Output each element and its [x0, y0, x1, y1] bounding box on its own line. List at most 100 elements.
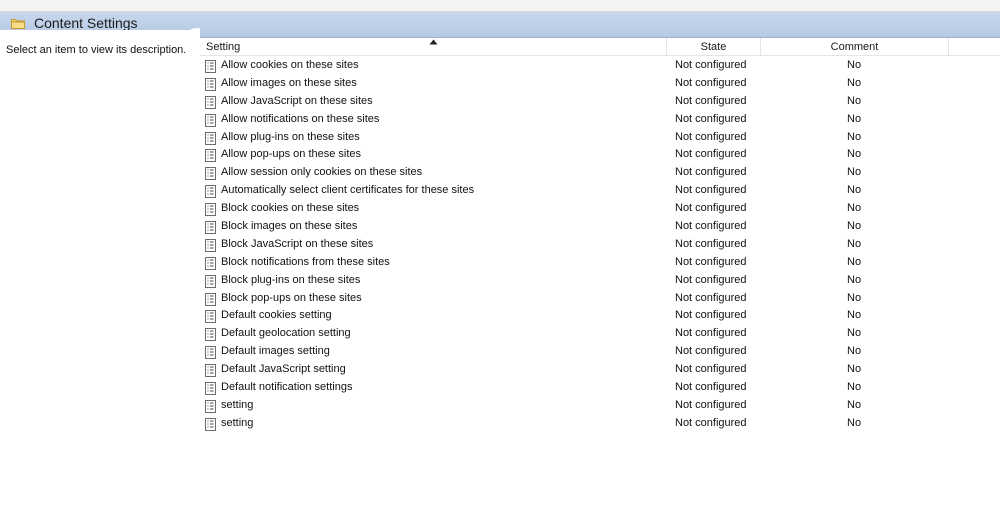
column-header-filler	[949, 38, 1000, 56]
setting-state: Not configured	[675, 59, 747, 71]
setting-name: Block notifications from these sites	[221, 255, 390, 268]
setting-comment: No	[847, 381, 862, 394]
table-row[interactable]: Block notifications from these sites Not …	[200, 254, 1000, 272]
setting-name: Allow images on these sites	[221, 76, 357, 89]
setting-name: Block pop-ups on these sites	[221, 291, 362, 304]
table-row[interactable]: Default geolocation setting Not configure…	[200, 325, 1000, 343]
policy-setting-icon	[205, 185, 216, 199]
folder-icon	[11, 19, 25, 29]
table-row[interactable]: setting Not configured No	[200, 415, 1000, 433]
table-row[interactable]: Automatically select client certificates…	[200, 182, 1000, 200]
policy-setting-icon	[205, 292, 216, 306]
setting-name: setting	[221, 416, 254, 429]
setting-comment: No	[847, 94, 862, 107]
setting-state: Not configured	[675, 327, 747, 340]
policy-setting-icon	[205, 399, 216, 413]
setting-comment: No	[847, 291, 862, 304]
setting-name: Allow notifications on these sites	[221, 112, 380, 125]
column-header-setting[interactable]: Setting	[200, 38, 667, 56]
setting-state: Not configured	[675, 130, 747, 143]
table-row[interactable]: Block cookies on these sites Not configur…	[200, 200, 1000, 218]
setting-comment: No	[847, 166, 862, 179]
policy-setting-icon	[205, 238, 216, 252]
table-row[interactable]: Default cookies setting Not configured No	[200, 307, 1000, 325]
setting-comment: No	[847, 416, 862, 429]
setting-state: Not configured	[675, 237, 747, 250]
setting-state: Not configured	[675, 398, 747, 411]
table-row[interactable]: Allow notifications on these sites Not co…	[200, 111, 1000, 129]
setting-state: Not configured	[675, 76, 747, 89]
policy-setting-icon	[205, 346, 216, 360]
setting-state: Not configured	[675, 220, 747, 233]
policy-setting-icon	[205, 60, 216, 73]
setting-name: Allow cookies on these sites	[221, 59, 359, 71]
policy-setting-icon	[205, 203, 216, 217]
setting-name: Block cookies on these sites	[221, 202, 360, 215]
policy-setting-icon	[205, 328, 216, 342]
setting-comment: No	[847, 148, 862, 161]
column-header-state-label: State	[700, 41, 727, 53]
setting-name: Default cookies setting	[221, 309, 332, 322]
setting-state: Not configured	[675, 166, 747, 179]
setting-name: Block plug-ins on these sites	[221, 273, 361, 286]
description-pane: Select an item to view its description.	[0, 38, 200, 516]
setting-comment: No	[847, 327, 862, 340]
setting-state: Not configured	[675, 202, 747, 215]
policy-setting-icon	[205, 310, 216, 324]
setting-state: Not configured	[675, 345, 747, 358]
table-row[interactable]: Allow session only cookies on these site…	[200, 164, 1000, 182]
setting-comment: No	[847, 184, 862, 197]
setting-state: Not configured	[675, 416, 747, 429]
setting-comment: No	[847, 76, 862, 89]
page-title: Content Settings	[34, 15, 138, 31]
table-row[interactable]: Block images on these sites Not configure…	[200, 218, 1000, 236]
setting-comment: No	[847, 202, 862, 215]
setting-comment: No	[847, 59, 862, 71]
setting-comment: No	[847, 273, 862, 286]
policy-setting-icon	[205, 167, 216, 181]
setting-comment: No	[847, 398, 862, 411]
setting-comment: No	[847, 345, 862, 358]
table-row[interactable]: Default images setting Not configured No	[200, 343, 1000, 361]
table-row[interactable]: Allow cookies on these sites Not configur…	[200, 57, 1000, 75]
policy-setting-icon	[205, 364, 216, 378]
top-strip	[0, 0, 1000, 12]
setting-name: Block images on these sites	[221, 220, 358, 233]
policy-setting-icon	[205, 274, 216, 288]
table-row[interactable]: Allow images on these sites Not configure…	[200, 75, 1000, 93]
setting-name: Allow pop-ups on these sites	[221, 148, 362, 161]
setting-state: Not configured	[675, 363, 747, 376]
setting-name: Allow JavaScript on these sites	[221, 94, 373, 107]
setting-state: Not configured	[675, 309, 747, 322]
setting-name: Automatically select client certificates…	[221, 184, 475, 197]
setting-comment: No	[847, 112, 862, 125]
setting-name: Allow session only cookies on these site…	[221, 166, 423, 179]
column-header-comment[interactable]: Comment	[761, 38, 949, 56]
table-row[interactable]: Block plug-ins on these sites Not configu…	[200, 272, 1000, 290]
policy-setting-icon	[205, 417, 216, 431]
setting-name: Allow plug-ins on these sites	[221, 130, 360, 143]
setting-name: Block JavaScript on these sites	[221, 237, 374, 250]
table-row[interactable]: setting Not configured No	[200, 397, 1000, 415]
setting-name: Default geolocation setting	[221, 327, 351, 340]
policy-setting-icon	[205, 113, 216, 127]
setting-comment: No	[847, 130, 862, 143]
list-header: Setting State Comment	[200, 38, 1000, 56]
policy-setting-icon	[205, 95, 216, 109]
table-row[interactable]: Allow JavaScript on these sites Not confi…	[200, 93, 1000, 111]
table-row[interactable]: Block JavaScript on these sites Not confi…	[200, 236, 1000, 254]
setting-state: Not configured	[675, 255, 747, 268]
setting-state: Not configured	[675, 94, 747, 107]
table-row[interactable]: Default notification settings Not configu…	[200, 379, 1000, 397]
setting-comment: No	[847, 363, 862, 376]
setting-comment: No	[847, 309, 862, 322]
setting-state: Not configured	[675, 291, 747, 304]
table-row[interactable]: Default JavaScript setting Not configured…	[200, 361, 1000, 379]
table-row[interactable]: Allow pop-ups on these sites Not configur…	[200, 146, 1000, 164]
setting-name: Default notification settings	[221, 381, 353, 394]
table-row[interactable]: Allow plug-ins on these sites Not configu…	[200, 129, 1000, 147]
policy-setting-icon	[205, 77, 216, 91]
column-header-state[interactable]: State	[667, 38, 761, 56]
table-row[interactable]: Block pop-ups on these sites Not configur…	[200, 290, 1000, 308]
column-header-comment-label: Comment	[830, 41, 879, 53]
